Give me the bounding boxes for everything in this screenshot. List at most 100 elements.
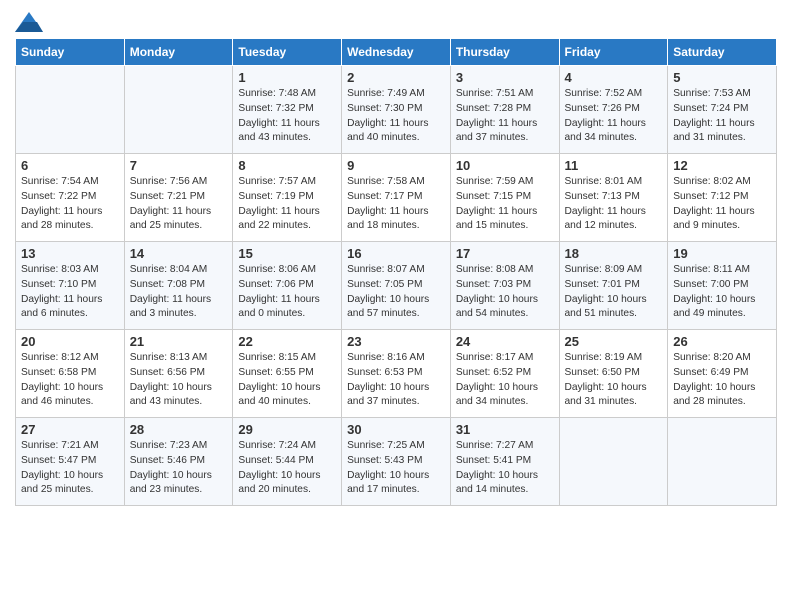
- cell-info: Sunrise: 7:51 AM Sunset: 7:28 PM Dayligh…: [456, 87, 554, 146]
- calendar-cell: 12 Sunrise: 8:02 AM Sunset: 7:12 PM Dayli…: [668, 154, 777, 242]
- calendar-cell: 9Sunrise: 7:58 AM Sunset: 7:17 PM Daylig…: [342, 154, 451, 242]
- day-number: 9: [347, 158, 445, 173]
- calendar-cell: 23 Sunrise: 8:16 AM Sunset: 6:53 PM Dayli…: [342, 330, 451, 418]
- cell-info: Sunrise: 8:03 AM Sunset: 7:10 PM Dayligh…: [21, 263, 119, 322]
- calendar-cell: [124, 66, 233, 154]
- cell-info: Sunrise: 8:17 AM Sunset: 6:52 PM Dayligh…: [456, 351, 554, 410]
- cell-info: Sunrise: 7:27 AM Sunset: 5:41 PM Dayligh…: [456, 439, 554, 498]
- calendar-cell: 19 Sunrise: 8:11 AM Sunset: 7:00 PM Dayli…: [668, 242, 777, 330]
- cell-info: Sunrise: 8:09 AM Sunset: 7:01 PM Dayligh…: [565, 263, 663, 322]
- calendar-cell: 1 Sunrise: 7:48 AM Sunset: 7:32 PM Daylig…: [233, 66, 342, 154]
- cell-info: Sunrise: 8:13 AM Sunset: 6:56 PM Dayligh…: [130, 351, 228, 410]
- day-number: 10: [456, 158, 554, 173]
- cell-info: Sunrise: 7:59 AM Sunset: 7:15 PM Dayligh…: [456, 175, 554, 234]
- day-number: 2: [347, 70, 445, 85]
- cell-info: Sunrise: 7:53 AM Sunset: 7:24 PM Dayligh…: [673, 87, 771, 146]
- weekday-header-row: SundayMondayTuesdayWednesdayThursdayFrid…: [16, 39, 777, 66]
- day-number: 23: [347, 334, 445, 349]
- weekday-header-wednesday: Wednesday: [342, 39, 451, 66]
- calendar-cell: 24 Sunrise: 8:17 AM Sunset: 6:52 PM Dayli…: [450, 330, 559, 418]
- calendar-cell: 18 Sunrise: 8:09 AM Sunset: 7:01 PM Dayli…: [559, 242, 668, 330]
- calendar-cell: 31 Sunrise: 7:27 AM Sunset: 5:41 PM Dayli…: [450, 418, 559, 506]
- day-number: 29: [238, 422, 336, 437]
- day-number: 1: [238, 70, 336, 85]
- calendar-cell: 10 Sunrise: 7:59 AM Sunset: 7:15 PM Dayli…: [450, 154, 559, 242]
- day-number: 6: [21, 158, 119, 173]
- week-row-1: 1 Sunrise: 7:48 AM Sunset: 7:32 PM Daylig…: [16, 66, 777, 154]
- calendar-cell: 25 Sunrise: 8:19 AM Sunset: 6:50 PM Dayli…: [559, 330, 668, 418]
- week-row-5: 27 Sunrise: 7:21 AM Sunset: 5:47 PM Dayli…: [16, 418, 777, 506]
- cell-info: Sunrise: 7:56 AM Sunset: 7:21 PM Dayligh…: [130, 175, 228, 234]
- day-number: 19: [673, 246, 771, 261]
- day-number: 21: [130, 334, 228, 349]
- weekday-header-friday: Friday: [559, 39, 668, 66]
- calendar-cell: 29 Sunrise: 7:24 AM Sunset: 5:44 PM Dayli…: [233, 418, 342, 506]
- calendar-cell: 4 Sunrise: 7:52 AM Sunset: 7:26 PM Daylig…: [559, 66, 668, 154]
- calendar-cell: [16, 66, 125, 154]
- day-number: 31: [456, 422, 554, 437]
- cell-info: Sunrise: 7:23 AM Sunset: 5:46 PM Dayligh…: [130, 439, 228, 498]
- cell-info: Sunrise: 7:24 AM Sunset: 5:44 PM Dayligh…: [238, 439, 336, 498]
- cell-info: Sunrise: 8:01 AM Sunset: 7:13 PM Dayligh…: [565, 175, 663, 234]
- cell-info: Sunrise: 8:16 AM Sunset: 6:53 PM Dayligh…: [347, 351, 445, 410]
- weekday-header-saturday: Saturday: [668, 39, 777, 66]
- cell-info: Sunrise: 8:07 AM Sunset: 7:05 PM Dayligh…: [347, 263, 445, 322]
- cell-info: Sunrise: 8:08 AM Sunset: 7:03 PM Dayligh…: [456, 263, 554, 322]
- calendar-cell: [668, 418, 777, 506]
- header: [15, 10, 777, 30]
- calendar-cell: 7 Sunrise: 7:56 AM Sunset: 7:21 PM Daylig…: [124, 154, 233, 242]
- cell-info: Sunrise: 8:12 AM Sunset: 6:58 PM Dayligh…: [21, 351, 119, 410]
- calendar-cell: [559, 418, 668, 506]
- calendar-cell: 13 Sunrise: 8:03 AM Sunset: 7:10 PM Dayli…: [16, 242, 125, 330]
- calendar-cell: 20 Sunrise: 8:12 AM Sunset: 6:58 PM Dayli…: [16, 330, 125, 418]
- cell-info: Sunrise: 7:52 AM Sunset: 7:26 PM Dayligh…: [565, 87, 663, 146]
- day-number: 12: [673, 158, 771, 173]
- weekday-header-sunday: Sunday: [16, 39, 125, 66]
- calendar-cell: 27 Sunrise: 7:21 AM Sunset: 5:47 PM Dayli…: [16, 418, 125, 506]
- day-number: 18: [565, 246, 663, 261]
- day-number: 7: [130, 158, 228, 173]
- page: SundayMondayTuesdayWednesdayThursdayFrid…: [0, 0, 792, 521]
- cell-info: Sunrise: 8:04 AM Sunset: 7:08 PM Dayligh…: [130, 263, 228, 322]
- calendar-cell: 2Sunrise: 7:49 AM Sunset: 7:30 PM Daylig…: [342, 66, 451, 154]
- calendar-cell: 16Sunrise: 8:07 AM Sunset: 7:05 PM Dayli…: [342, 242, 451, 330]
- calendar-cell: 30Sunrise: 7:25 AM Sunset: 5:43 PM Dayli…: [342, 418, 451, 506]
- cell-info: Sunrise: 7:21 AM Sunset: 5:47 PM Dayligh…: [21, 439, 119, 498]
- calendar-cell: 21 Sunrise: 8:13 AM Sunset: 6:56 PM Dayli…: [124, 330, 233, 418]
- cell-info: Sunrise: 7:54 AM Sunset: 7:22 PM Dayligh…: [21, 175, 119, 234]
- day-number: 30: [347, 422, 445, 437]
- calendar-cell: 6 Sunrise: 7:54 AM Sunset: 7:22 PM Daylig…: [16, 154, 125, 242]
- day-number: 24: [456, 334, 554, 349]
- calendar-cell: 22Sunrise: 8:15 AM Sunset: 6:55 PM Dayli…: [233, 330, 342, 418]
- day-number: 27: [21, 422, 119, 437]
- cell-info: Sunrise: 7:57 AM Sunset: 7:19 PM Dayligh…: [238, 175, 336, 234]
- calendar-cell: 11Sunrise: 8:01 AM Sunset: 7:13 PM Dayli…: [559, 154, 668, 242]
- weekday-header-monday: Monday: [124, 39, 233, 66]
- logo: [15, 10, 43, 30]
- cell-info: Sunrise: 8:02 AM Sunset: 7:12 PM Dayligh…: [673, 175, 771, 234]
- cell-info: Sunrise: 8:19 AM Sunset: 6:50 PM Dayligh…: [565, 351, 663, 410]
- day-number: 15: [238, 246, 336, 261]
- week-row-4: 20 Sunrise: 8:12 AM Sunset: 6:58 PM Dayli…: [16, 330, 777, 418]
- day-number: 25: [565, 334, 663, 349]
- calendar-cell: 3Sunrise: 7:51 AM Sunset: 7:28 PM Daylig…: [450, 66, 559, 154]
- day-number: 4: [565, 70, 663, 85]
- week-row-3: 13 Sunrise: 8:03 AM Sunset: 7:10 PM Dayli…: [16, 242, 777, 330]
- calendar-cell: 14Sunrise: 8:04 AM Sunset: 7:08 PM Dayli…: [124, 242, 233, 330]
- day-number: 20: [21, 334, 119, 349]
- calendar-cell: 28Sunrise: 7:23 AM Sunset: 5:46 PM Dayli…: [124, 418, 233, 506]
- day-number: 13: [21, 246, 119, 261]
- day-number: 8: [238, 158, 336, 173]
- calendar-cell: 26Sunrise: 8:20 AM Sunset: 6:49 PM Dayli…: [668, 330, 777, 418]
- logo-icon: [15, 10, 39, 30]
- weekday-header-tuesday: Tuesday: [233, 39, 342, 66]
- calendar-cell: 5Sunrise: 7:53 AM Sunset: 7:24 PM Daylig…: [668, 66, 777, 154]
- calendar-cell: 8 Sunrise: 7:57 AM Sunset: 7:19 PM Daylig…: [233, 154, 342, 242]
- weekday-header-thursday: Thursday: [450, 39, 559, 66]
- cell-info: Sunrise: 8:06 AM Sunset: 7:06 PM Dayligh…: [238, 263, 336, 322]
- cell-info: Sunrise: 7:48 AM Sunset: 7:32 PM Dayligh…: [238, 87, 336, 146]
- calendar-cell: 17 Sunrise: 8:08 AM Sunset: 7:03 PM Dayli…: [450, 242, 559, 330]
- cell-info: Sunrise: 8:11 AM Sunset: 7:00 PM Dayligh…: [673, 263, 771, 322]
- day-number: 17: [456, 246, 554, 261]
- calendar-table: SundayMondayTuesdayWednesdayThursdayFrid…: [15, 38, 777, 506]
